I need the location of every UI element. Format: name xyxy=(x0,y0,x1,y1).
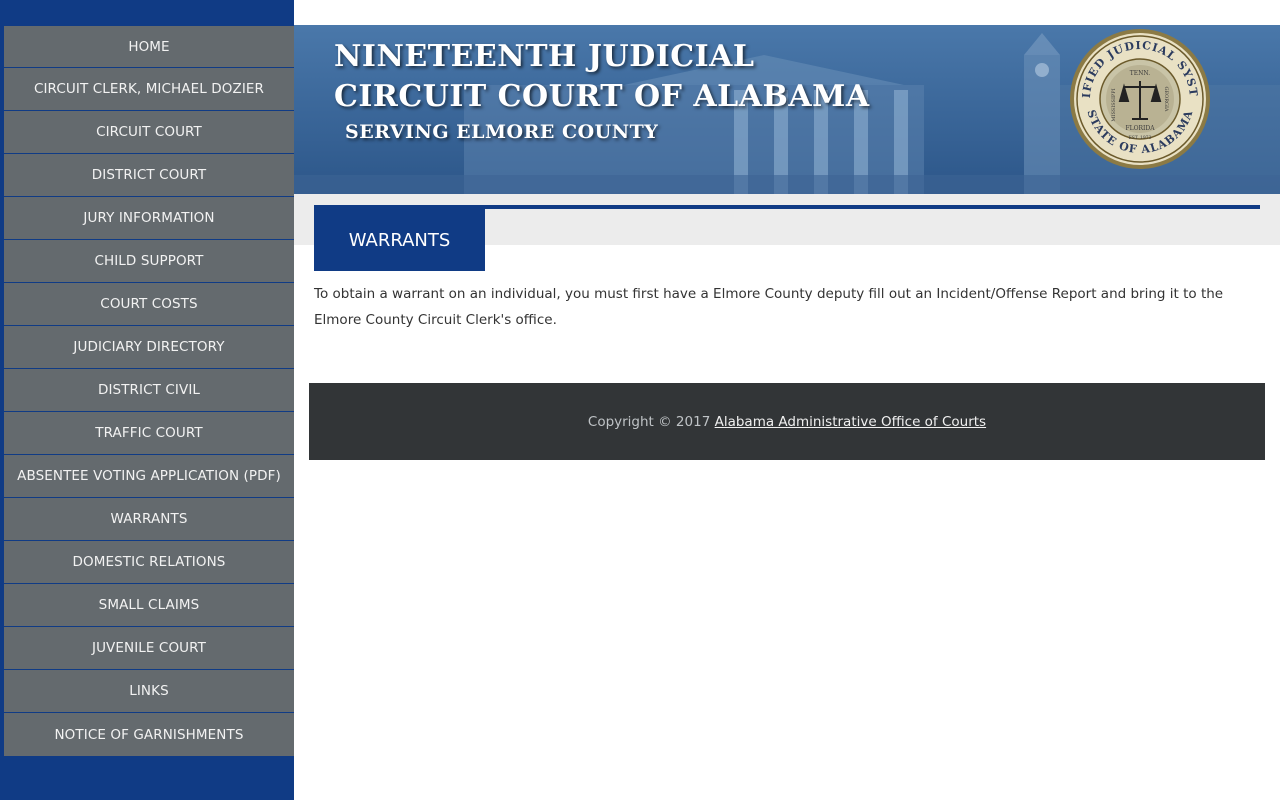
state-seal-icon: UNIFIED JUDICIAL SYSTEM STATE OF ALABAMA… xyxy=(1068,27,1210,169)
seal-center-bottom-text: FLORIDA xyxy=(1125,125,1155,132)
sidebar-item-home[interactable]: HOME xyxy=(0,26,294,68)
sidebar: HOME CIRCUIT CLERK, MICHAEL DOZIER CIRCUIT… xyxy=(0,0,294,800)
footer-aoc-link[interactable]: Alabama Administrative Office of Courts xyxy=(715,414,987,430)
seal-center-top-text: TENN. xyxy=(1130,70,1150,77)
sidebar-item-circuit-court[interactable]: CIRCUIT COURT xyxy=(0,111,294,154)
seal-left-text: MISSISSIPPI xyxy=(1111,88,1117,121)
sidebar-nav: HOME CIRCUIT CLERK, MICHAEL DOZIER CIRCUIT… xyxy=(0,26,294,756)
sidebar-item-district-court[interactable]: DISTRICT COURT xyxy=(0,154,294,197)
sidebar-item-juvenile-court[interactable]: JUVENILE COURT xyxy=(0,627,294,670)
page-title: WARRANTS xyxy=(314,209,485,271)
sidebar-item-notice-of-garnishments[interactable]: NOTICE OF GARNISHMENTS xyxy=(0,713,294,756)
header-banner: NINETEENTH JUDICIAL CIRCUIT COURT OF ALA… xyxy=(294,25,1280,194)
banner-subtitle: SERVING ELMORE COUNTY xyxy=(345,121,659,143)
sidebar-item-traffic-court[interactable]: TRAFFIC COURT xyxy=(0,412,294,455)
sidebar-item-circuit-clerk-michael-dozier[interactable]: CIRCUIT CLERK, MICHAEL DOZIER xyxy=(0,68,294,111)
sidebar-item-district-civil[interactable]: DISTRICT CIVIL xyxy=(0,369,294,412)
seal-est-text: EST. 1973 xyxy=(1128,135,1151,141)
footer: Copyright © 2017 Alabama Administrative … xyxy=(309,383,1265,460)
sidebar-item-court-costs[interactable]: COURT COSTS xyxy=(0,283,294,326)
sidebar-item-links[interactable]: LINKS xyxy=(0,670,294,713)
banner-title-line2: CIRCUIT COURT OF ALABAMA xyxy=(334,79,870,114)
sidebar-item-absentee-voting-application-pdf[interactable]: ABSENTEE VOTING APPLICATION (PDF) xyxy=(0,455,294,498)
sidebar-item-small-claims[interactable]: SMALL CLAIMS xyxy=(0,584,294,627)
sidebar-item-child-support[interactable]: CHILD SUPPORT xyxy=(0,240,294,283)
sidebar-item-jury-information[interactable]: JURY INFORMATION xyxy=(0,197,294,240)
seal-right-text: GEORGIA xyxy=(1163,86,1169,111)
banner-title: NINETEENTH JUDICIAL CIRCUIT COURT OF ALA… xyxy=(334,37,870,117)
banner-title-line1: NINETEENTH JUDICIAL xyxy=(334,39,755,74)
footer-copyright: Copyright © 2017 xyxy=(587,413,711,430)
sidebar-item-warrants[interactable]: WARRANTS xyxy=(0,498,294,541)
sidebar-item-judiciary-directory[interactable]: JUDICIARY DIRECTORY xyxy=(0,326,294,369)
sidebar-item-domestic-relations[interactable]: DOMESTIC RELATIONS xyxy=(0,541,294,584)
page-body-text: To obtain a warrant on an individual, yo… xyxy=(314,286,1224,328)
